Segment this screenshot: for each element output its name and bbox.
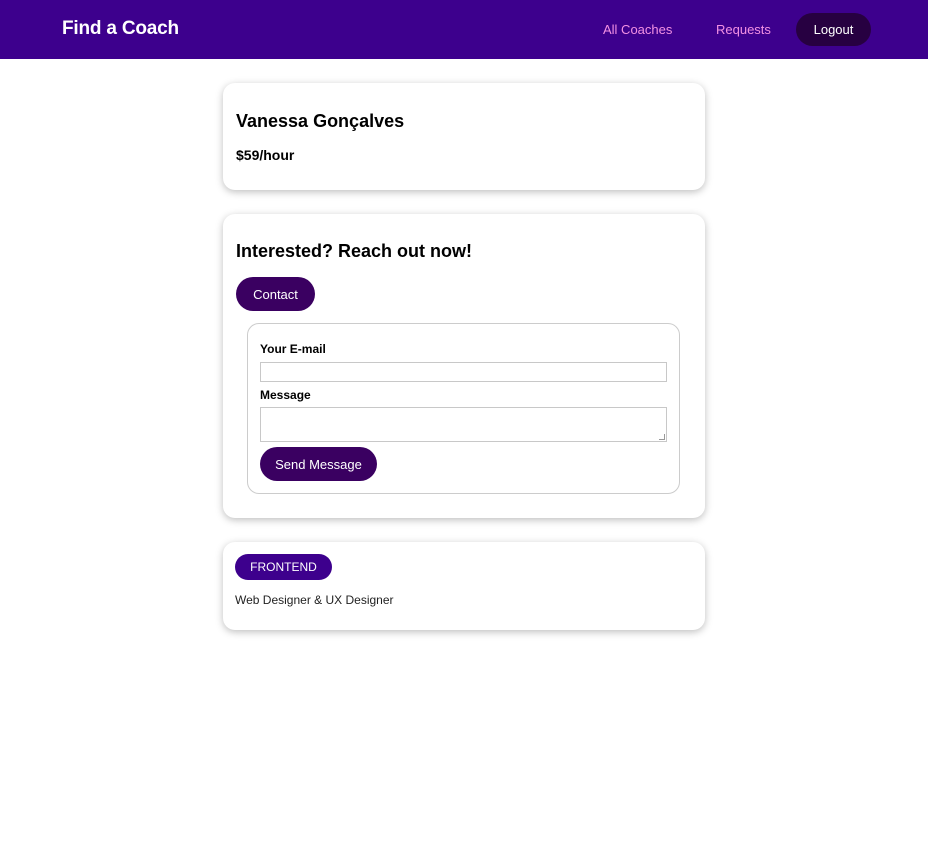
message-textarea[interactable] [260,407,667,442]
coach-details-card: FRONTEND Web Designer & UX Designer [223,542,705,630]
nav-all-coaches-link[interactable]: All Coaches [603,22,672,37]
area-badge: FRONTEND [235,554,332,580]
email-field[interactable] [260,362,667,382]
contact-card: Interested? Reach out now! Contact Your … [223,214,705,518]
send-message-button[interactable]: Send Message [260,447,377,481]
contact-heading: Interested? Reach out now! [236,241,473,261]
coach-name: Vanessa Gonçalves [236,111,405,131]
message-label: Message [260,388,311,402]
contact-button[interactable]: Contact [236,277,315,311]
coach-description: Web Designer & UX Designer [235,593,394,607]
nav-requests-link[interactable]: Requests [716,22,771,37]
brand-title[interactable]: Find a Coach [62,18,179,40]
top-navbar: Find a Coach All Coaches Requests Logout [0,0,928,59]
email-label: Your E-mail [260,342,326,356]
resize-handle-icon[interactable] [659,434,665,440]
contact-form: Your E-mail Message Send Message [247,323,680,494]
coach-info-card: Vanessa Gonçalves $59/hour [223,83,705,190]
logout-button[interactable]: Logout [796,13,871,46]
coach-rate: $59/hour [236,147,295,163]
